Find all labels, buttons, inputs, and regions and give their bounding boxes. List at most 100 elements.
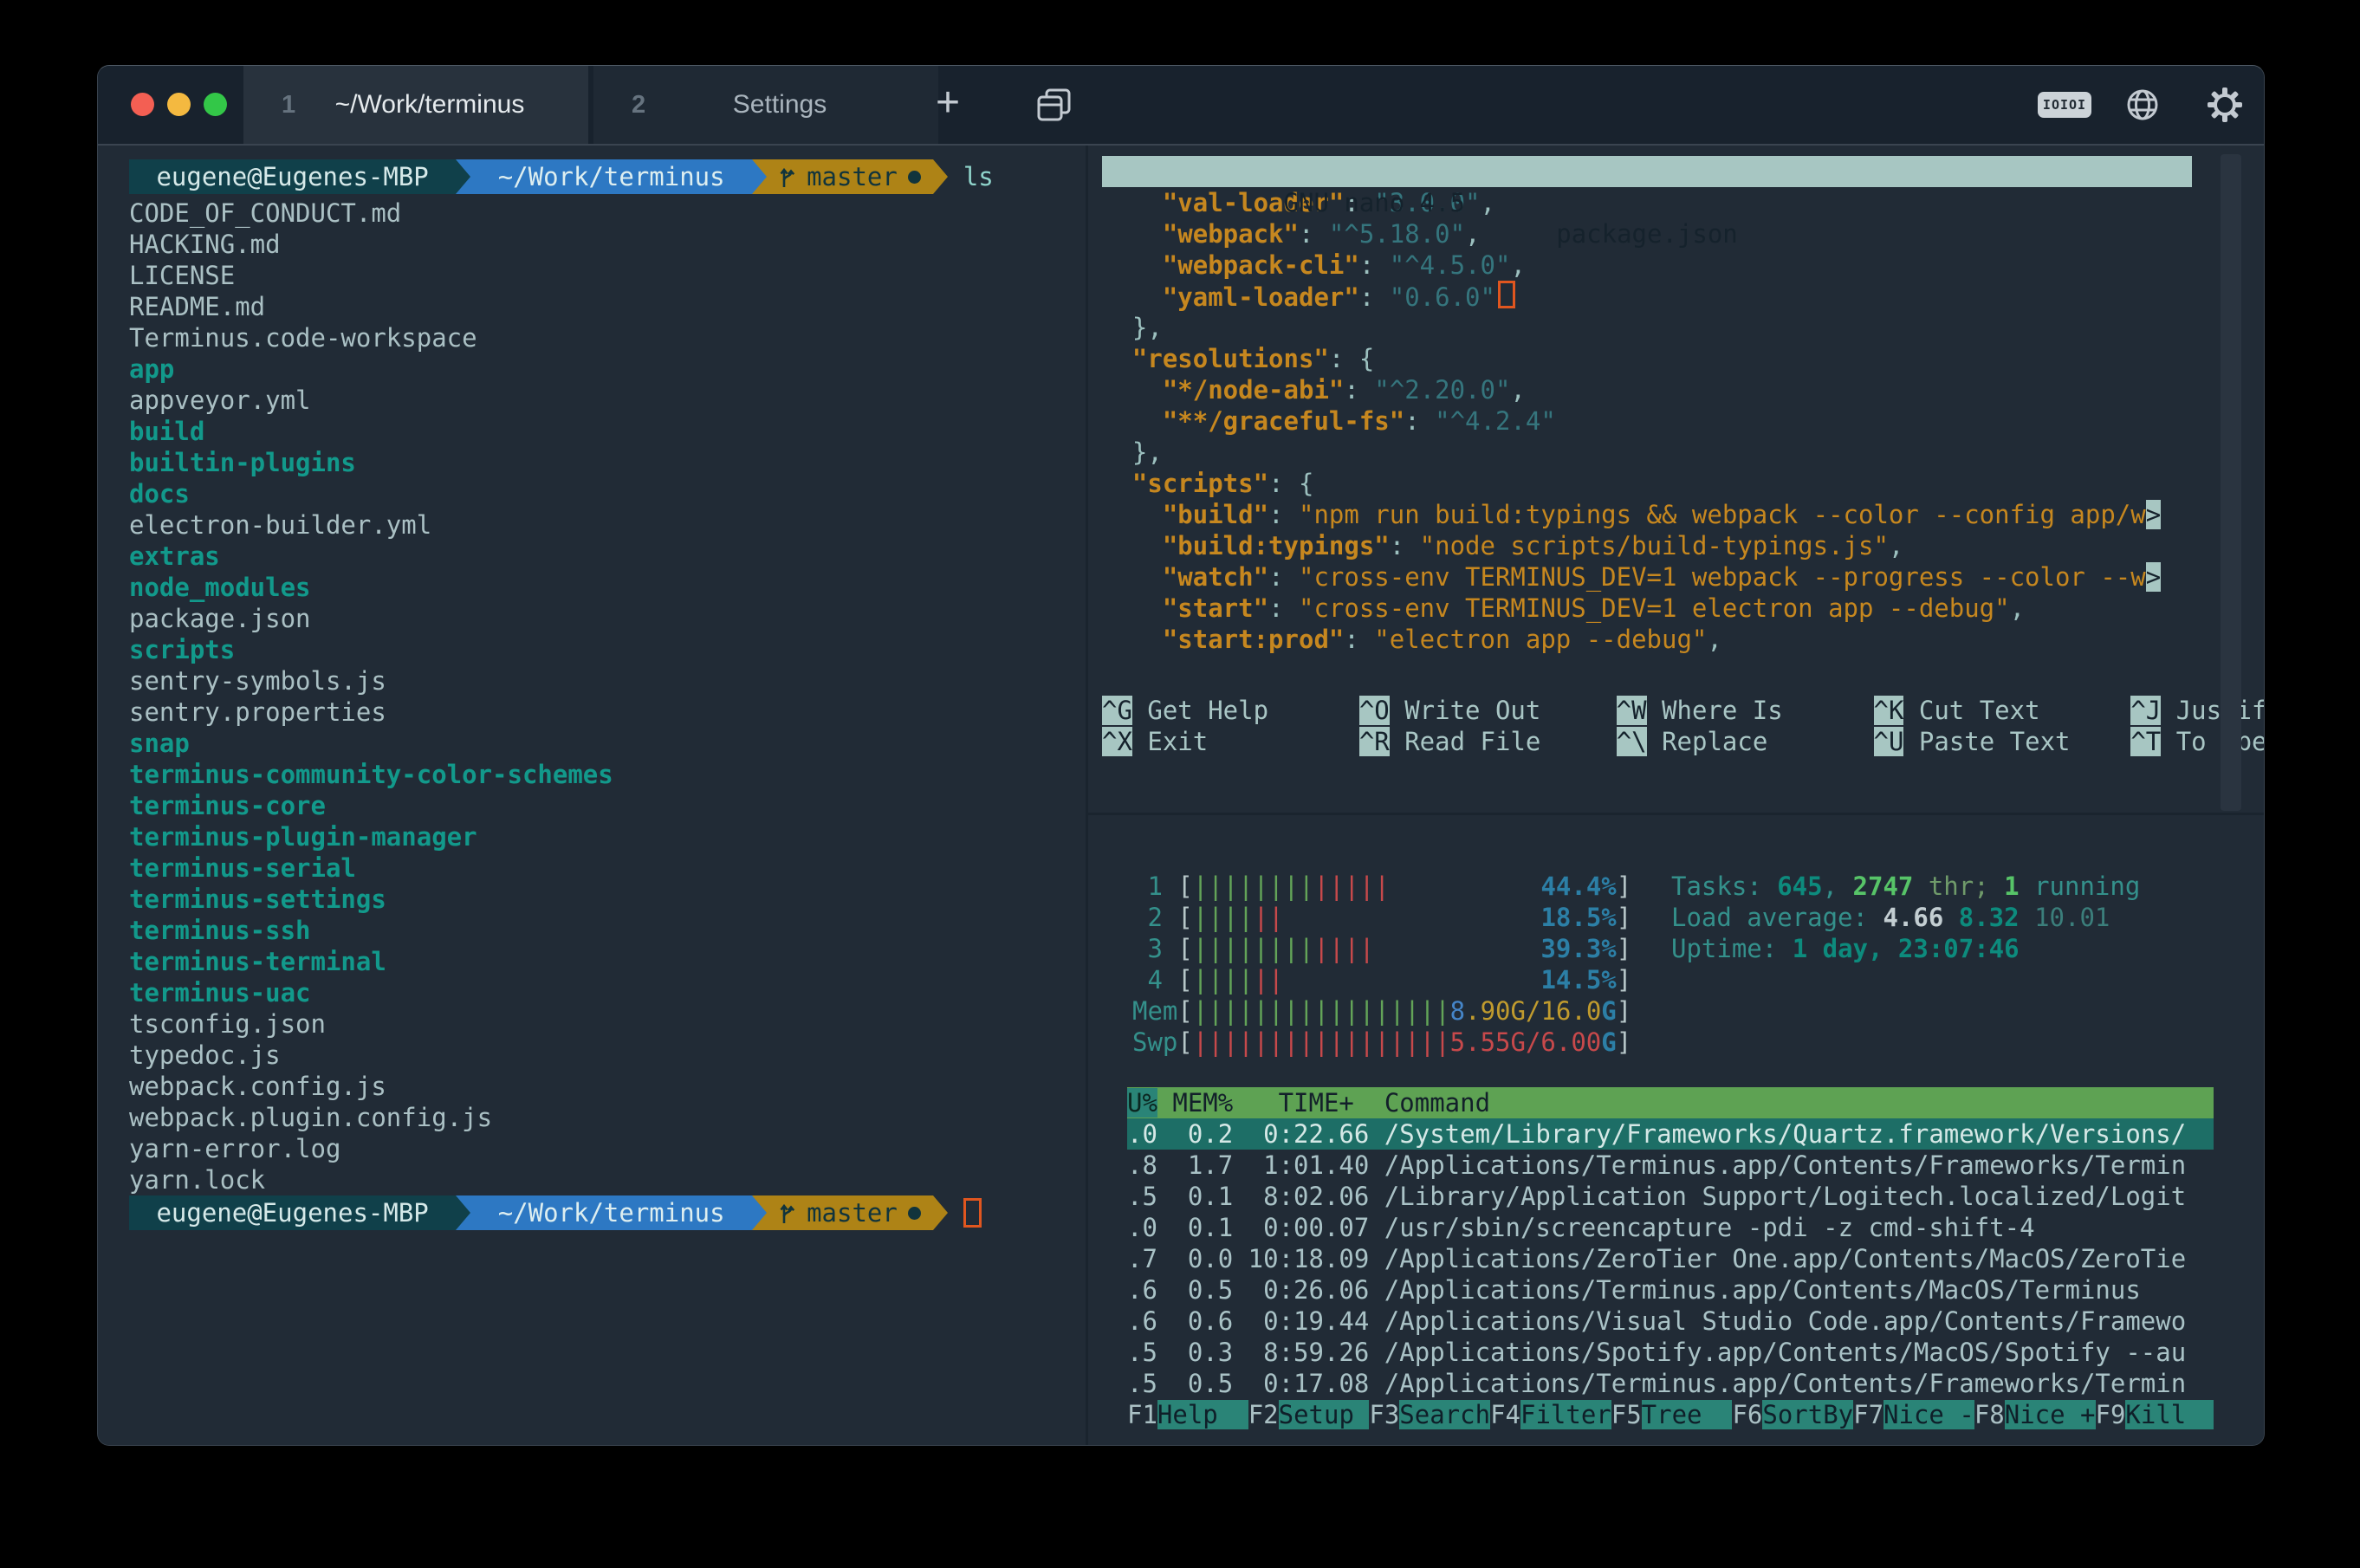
nano-line: "start": "cross-env TERMINUS_DEV=1 elect…	[1102, 593, 2228, 624]
file-item: Terminus.code-workspace	[129, 322, 1117, 353]
htop-info-line: Uptime: 1 day, 23:07:46	[1671, 933, 2140, 964]
file-item: terminus-settings	[129, 884, 1117, 915]
serial-port-icon[interactable]: IOIOI	[2038, 92, 2091, 118]
htop-info-line: Load average: 4.66 8.32 10.01	[1671, 902, 2140, 933]
settings-gear-icon[interactable]	[2206, 86, 2244, 124]
pane-divider-horizontal[interactable]	[1088, 813, 2264, 815]
right-pane[interactable]: GNU nano 4.5 package.json "val-loader": …	[1088, 146, 2264, 1445]
tab-index: 2	[632, 91, 661, 120]
git-branch-icon	[779, 165, 796, 189]
file-item: tsconfig.json	[129, 1008, 1117, 1040]
file-item: README.md	[129, 291, 1117, 322]
process-row[interactable]: .7 0.0 10:18.09 /Applications/ZeroTier O…	[1127, 1243, 2214, 1274]
new-tab-button[interactable]: +	[920, 66, 976, 142]
file-item: sentry.properties	[129, 697, 1117, 728]
powerline-arrow-icon	[752, 159, 767, 194]
nano-filename: package.json	[1102, 218, 2192, 249]
file-item: package.json	[129, 603, 1117, 634]
tab-work-terminus[interactable]: 1 ~/Work/terminus	[243, 66, 588, 144]
nano-shortcut-bar: ^G Get Help ^O Write Out ^W Where Is ^K …	[1102, 695, 2228, 757]
nano-title-bar: GNU nano 4.5 package.json	[1102, 156, 2192, 187]
file-item: yarn.lock	[129, 1164, 1117, 1195]
htop-fkey-row[interactable]: F1Help F2Setup F3SearchF4FilterF5Tree F6…	[1127, 1399, 2214, 1430]
file-item: webpack.config.js	[129, 1071, 1117, 1102]
tab-settings[interactable]: 2 Settings	[593, 66, 938, 144]
file-item: LICENSE	[129, 260, 1117, 291]
meter-row: 4 [|||||| 14.5%]	[1132, 964, 1631, 995]
htop-process-table: U% MEM% TIME+ Command.0 0.2 0:22.66 /Sys…	[1127, 1087, 2214, 1399]
typed-command: ls	[963, 159, 994, 194]
process-row[interactable]: .0 0.2 0:22.66 /System/Library/Framework…	[1127, 1118, 2214, 1150]
process-row[interactable]: .5 0.1 8:02.06 /Library/Application Supp…	[1127, 1181, 2214, 1212]
tab-title: Settings	[661, 90, 938, 120]
file-item: build	[129, 416, 1117, 447]
process-row[interactable]: .0 0.1 0:00.07 /usr/sbin/screencapture -…	[1127, 1212, 2214, 1243]
process-row[interactable]: .6 0.5 0:26.06 /Applications/Terminus.ap…	[1127, 1274, 2214, 1306]
nano-line: "webpack-cli": "^4.5.0",	[1102, 249, 2228, 281]
minimize-window-button[interactable]	[167, 93, 191, 116]
file-item: terminus-uac	[129, 977, 1117, 1008]
nano-shortcut-row: ^G Get Help ^O Write Out ^W Where Is ^K …	[1102, 695, 2228, 726]
nano-shortcut-row: ^X Exit ^R Read File ^\ Replace ^U Paste…	[1102, 726, 2228, 757]
nano-line: "yaml-loader": "0.6.0"	[1102, 281, 2228, 312]
git-branch-icon	[779, 1201, 796, 1225]
powerline-arrow-icon	[456, 159, 470, 194]
zoom-window-button[interactable]	[204, 93, 227, 116]
file-item: node_modules	[129, 572, 1117, 603]
nano-version: GNU nano 4.5	[1254, 188, 1465, 217]
htop-meters: 1 [||||||||||||| 44.4%] 2 [|||||| 18.5%]…	[1132, 871, 1631, 1058]
nano-line: },	[1102, 312, 2228, 343]
file-item: terminus-community-color-schemes	[129, 759, 1117, 790]
process-row[interactable]: .5 0.5 0:17.08 /Applications/Terminus.ap…	[1127, 1368, 2214, 1399]
process-row[interactable]: .6 0.6 0:19.44 /Applications/Visual Stud…	[1127, 1306, 2214, 1337]
new-window-icon[interactable]	[1028, 87, 1083, 125]
meter-row: Mem[|||||||||||||||||8.90G/16.0G]	[1132, 995, 1631, 1027]
process-row[interactable]: .8 1.7 1:01.40 /Applications/Terminus.ap…	[1127, 1150, 2214, 1181]
nano-line: "watch": "cross-env TERMINUS_DEV=1 webpa…	[1102, 561, 2228, 593]
process-row[interactable]: .5 0.3 8:59.26 /Applications/Spotify.app…	[1127, 1337, 2214, 1368]
prompt-git-segment: master	[767, 1195, 933, 1230]
prompt-user-host: eugene@Eugenes-MBP	[129, 159, 456, 194]
globe-icon[interactable]	[2123, 86, 2162, 124]
ls-output: CODE_OF_CONDUCT.mdHACKING.mdLICENSEREADM…	[129, 198, 1117, 1195]
file-item: snap	[129, 728, 1117, 759]
overlapping-windows-icon	[1028, 87, 1083, 125]
git-branch-name: master	[807, 1195, 898, 1230]
tab-index: 1	[282, 91, 311, 120]
nano-line: "**/graceful-fs": "^4.2.4"	[1102, 405, 2228, 437]
file-item: scripts	[129, 634, 1117, 665]
file-item: terminus-terminal	[129, 946, 1117, 977]
htop-summary: Tasks: 645, 2747 thr; 1 runningLoad aver…	[1671, 871, 2140, 964]
shell-pane[interactable]: eugene@Eugenes-MBP ~/Work/terminus maste…	[98, 146, 1117, 1445]
nano-line: "build:typings": "node scripts/build-typ…	[1102, 530, 2228, 561]
file-item: appveyor.yml	[129, 385, 1117, 416]
close-window-button[interactable]	[131, 93, 154, 116]
htop-function-key-bar: F1Help F2Setup F3SearchF4FilterF5Tree F6…	[1127, 1399, 2214, 1430]
file-item: yarn-error.log	[129, 1133, 1117, 1164]
terminal-cursor	[963, 1198, 982, 1228]
meter-row: 2 [|||||| 18.5%]	[1132, 902, 1631, 933]
git-dirty-dot-icon	[908, 1207, 921, 1220]
nano-line: "resolutions": {	[1102, 343, 2228, 374]
file-item: terminus-ssh	[129, 915, 1117, 946]
tab-bar: 1 ~/Work/terminus 2 Settings + IOIOI	[98, 66, 2264, 146]
htop-info-line: Tasks: 645, 2747 thr; 1 running	[1671, 871, 2140, 902]
scrollbar[interactable]	[2221, 154, 2241, 811]
meter-row: Swp[|||||||||||||||||5.55G/6.00G]	[1132, 1027, 1631, 1058]
file-item: webpack.plugin.config.js	[129, 1102, 1117, 1133]
file-item: extras	[129, 541, 1117, 572]
htop-pane: 1 [||||||||||||| 44.4%] 2 [|||||| 18.5%]…	[1132, 843, 2264, 1445]
file-item: typedoc.js	[129, 1040, 1117, 1071]
file-item: CODE_OF_CONDUCT.md	[129, 198, 1117, 229]
tab-title: ~/Work/terminus	[311, 90, 588, 120]
powerline-arrow-icon	[456, 1195, 470, 1230]
git-dirty-dot-icon	[908, 171, 921, 184]
nano-buffer: "val-loader": "3.0.0", "webpack": "^5.18…	[1102, 187, 2228, 655]
htop-header-row[interactable]: U% MEM% TIME+ Command	[1127, 1087, 2214, 1118]
powerline-arrow-icon	[933, 159, 948, 194]
prompt-user-host: eugene@Eugenes-MBP	[129, 1195, 456, 1230]
file-item: docs	[129, 478, 1117, 509]
prompt-git-segment: master	[767, 159, 933, 194]
meter-row: 3 [|||||||||||| 39.3%]	[1132, 933, 1631, 964]
file-item: builtin-plugins	[129, 447, 1117, 478]
